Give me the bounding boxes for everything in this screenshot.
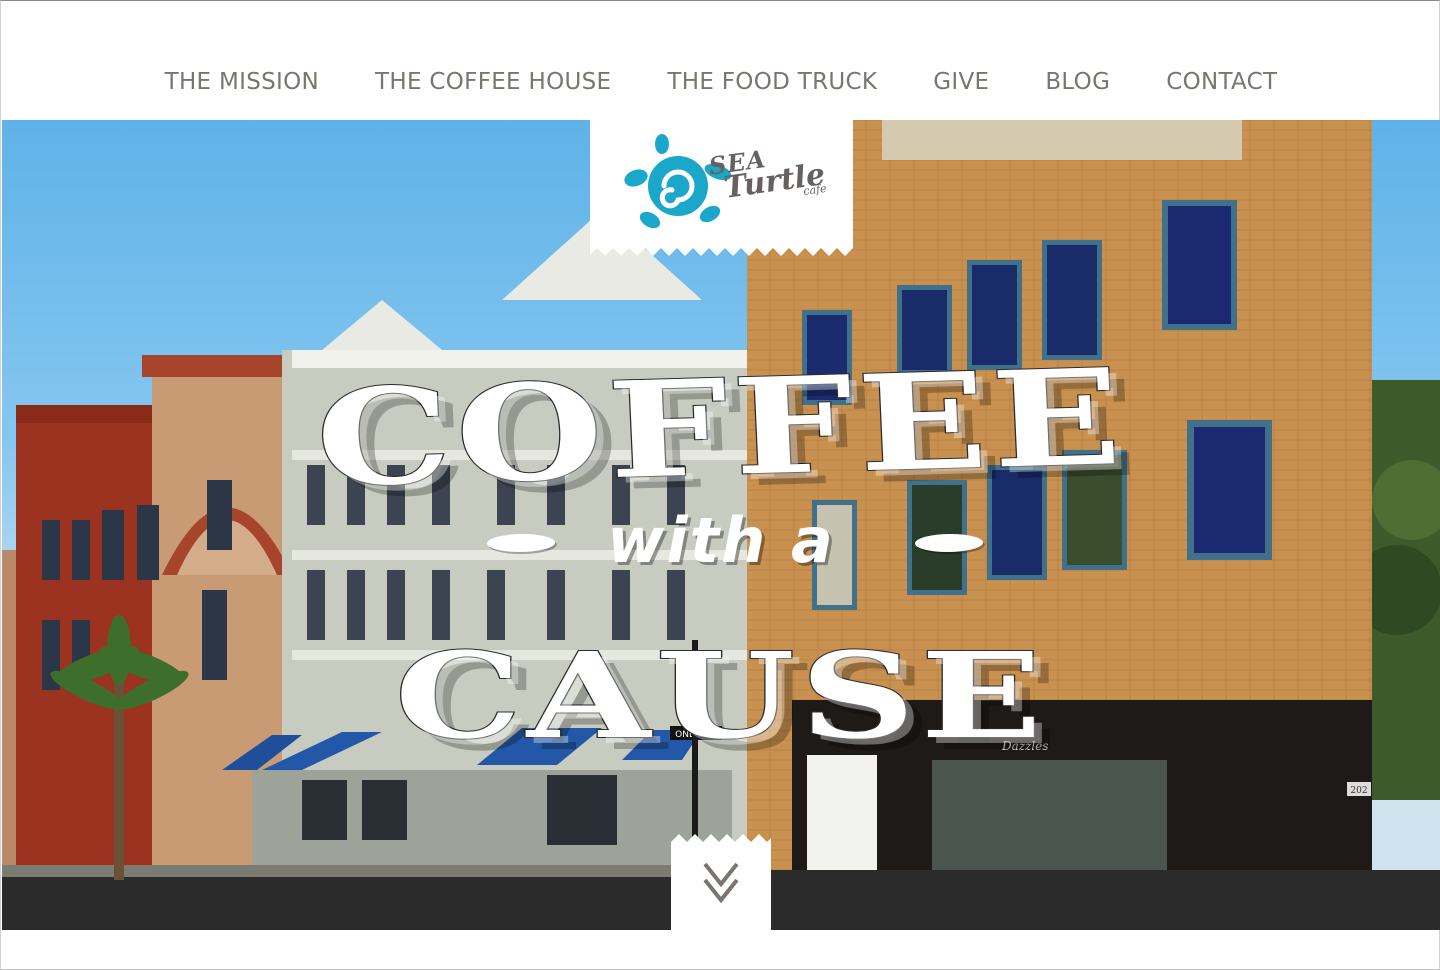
nav-item-mission[interactable]: THE MISSION	[165, 69, 319, 95]
nav-item-food-truck[interactable]: THE FOOD TRUCK	[667, 69, 877, 95]
main-nav: THE MISSION THE COFFEE HOUSE THE FOOD TR…	[1, 69, 1440, 95]
double-chevron-down-icon	[671, 834, 771, 930]
nav-item-coffee-house[interactable]: THE COFFEE HOUSE	[375, 69, 611, 95]
address-number: 202	[1350, 786, 1367, 796]
nav-item-contact[interactable]: CONTACT	[1166, 69, 1277, 95]
nav-item-give[interactable]: GIVE	[933, 69, 989, 95]
logo-tab[interactable]: SEA Turtle cafe	[590, 120, 853, 260]
scroll-down-button[interactable]	[671, 834, 771, 930]
storefront-sign: Dazzles	[1001, 739, 1049, 753]
nav-item-blog[interactable]: BLOG	[1045, 69, 1110, 95]
